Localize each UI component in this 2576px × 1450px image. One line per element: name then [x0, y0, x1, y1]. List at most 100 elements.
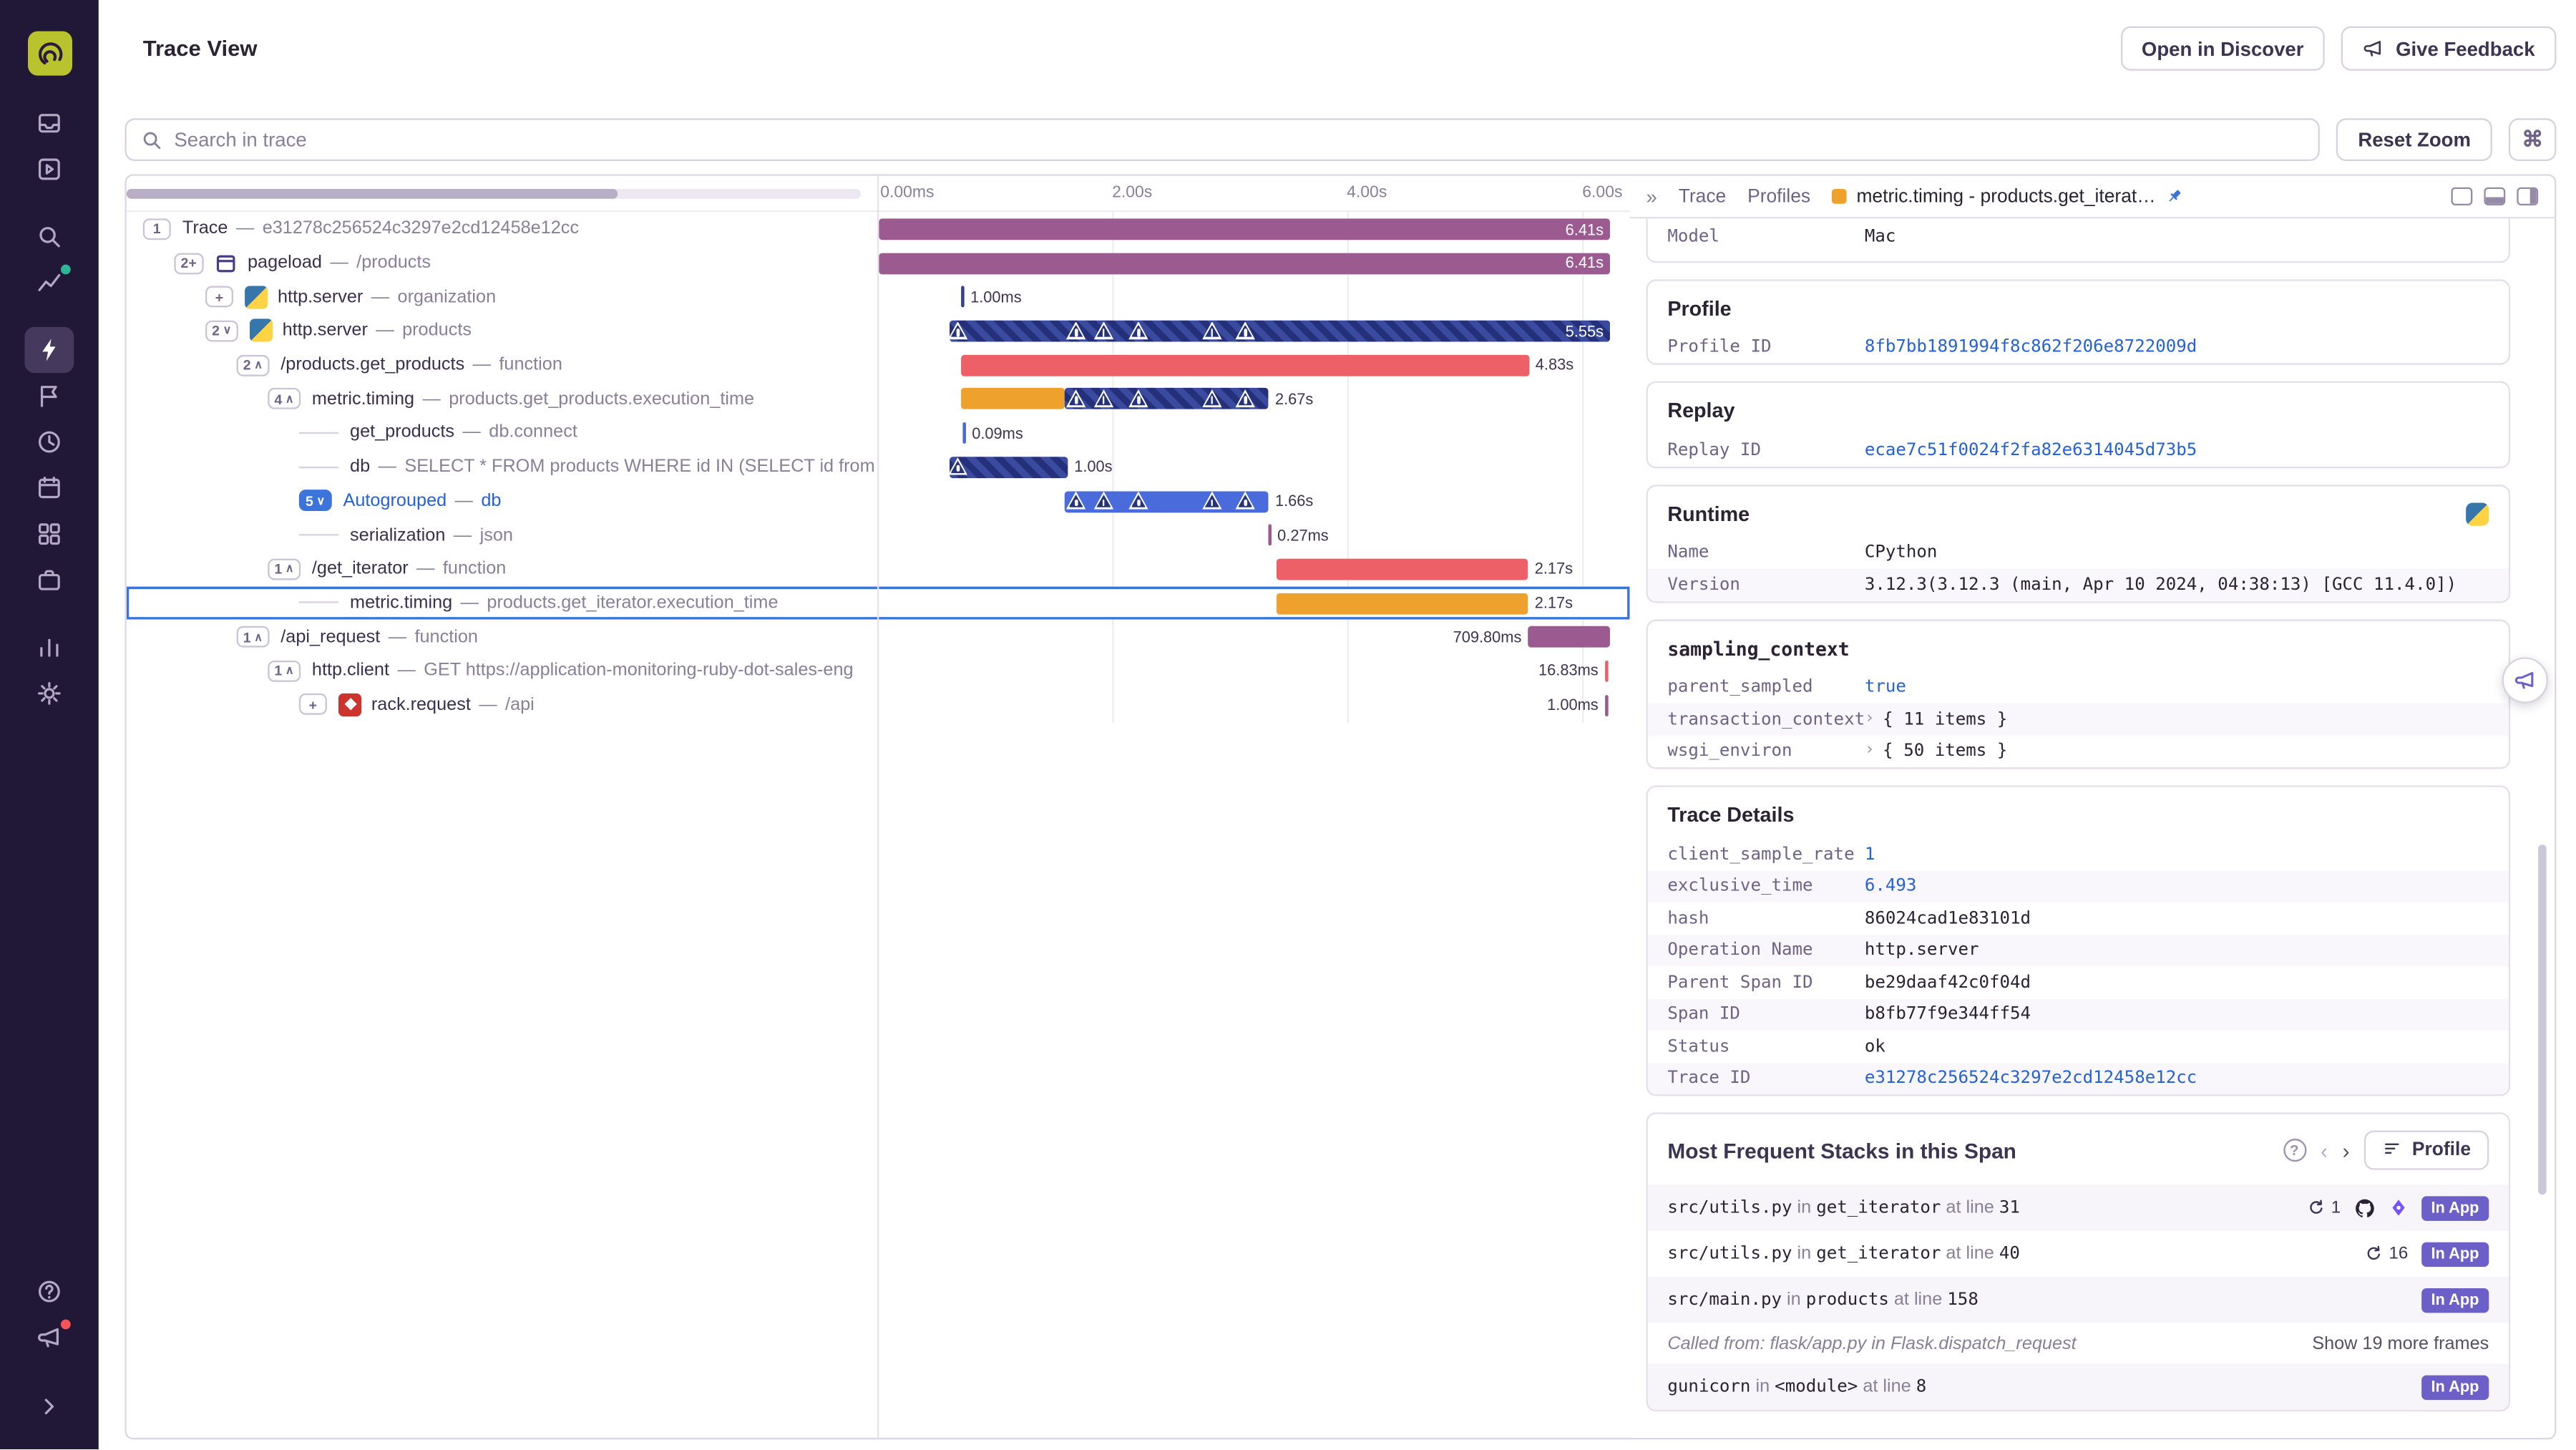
- span-bar[interactable]: [1604, 694, 1609, 716]
- layout-split-vertical-icon[interactable]: [2517, 187, 2539, 205]
- trace-row-bar-area[interactable]: 0.27ms: [877, 518, 1630, 552]
- seer-icon[interactable]: [2389, 1198, 2409, 1218]
- row-expand-badge[interactable]: +: [205, 286, 234, 308]
- span-duration: 1.00ms: [970, 288, 1022, 308]
- layout-single-icon[interactable]: [2451, 187, 2473, 205]
- sidebar-item-issues[interactable]: [24, 100, 74, 146]
- sidebar-item-crons[interactable]: [24, 465, 74, 511]
- sidebar-item-collapse[interactable]: [24, 1384, 74, 1430]
- row-expand-badge[interactable]: +: [298, 694, 327, 716]
- sidebar-item-help[interactable]: [24, 1269, 74, 1315]
- span-bar[interactable]: [1277, 558, 1528, 580]
- trace-row-bar-area[interactable]: 2.67s: [877, 382, 1630, 416]
- row-expand-badge[interactable]: 1 ∧: [268, 660, 301, 682]
- span-bar[interactable]: [949, 320, 1611, 342]
- row-expand-badge[interactable]: 1 ∧: [268, 558, 301, 580]
- kv-value[interactable]: 8fb7bb1891994f8c862f206e8722009d: [1865, 335, 2489, 359]
- feedback-fab-button[interactable]: [2502, 657, 2548, 704]
- row-expand-badge[interactable]: 4 ∧: [268, 388, 301, 410]
- trace-row-bar-area[interactable]: 1.66s: [877, 484, 1630, 517]
- prev-stack-icon[interactable]: ‹: [2321, 1139, 2328, 1161]
- stack-frame-row[interactable]: src/main.py in products at line 158 In Ap…: [1647, 1276, 2509, 1323]
- trace-row-bar-area[interactable]: 1.00ms: [877, 688, 1630, 721]
- pin-icon[interactable]: [2165, 188, 2183, 205]
- tab-active-span[interactable]: metric.timing - products.get_iterat…: [1832, 186, 2184, 207]
- trace-row-bar-area[interactable]: 6.41s: [877, 246, 1630, 280]
- row-expand-badge[interactable]: 2 ∧: [236, 354, 270, 376]
- span-bar[interactable]: [879, 252, 1611, 274]
- stack-frame-row[interactable]: src/utils.py in get_iterator at line 40 1…: [1648, 1231, 2509, 1277]
- chevron-right-icon[interactable]: ›: [1865, 739, 1875, 763]
- sidebar-item-performance[interactable]: [24, 326, 74, 374]
- sidebar-item-explore-search[interactable]: [24, 213, 74, 259]
- profile-button[interactable]: Profile: [2364, 1130, 2489, 1170]
- span-bar[interactable]: [1528, 626, 1611, 648]
- trace-row-bar-area[interactable]: 4.83s: [877, 348, 1630, 381]
- stack-frame-row[interactable]: gunicorn in <module> at line 8 In App: [1647, 1363, 2509, 1410]
- row-expand-badge[interactable]: 5 ∨: [298, 490, 332, 512]
- span-duration: 6.41s: [1565, 255, 1604, 273]
- span-bar[interactable]: [960, 286, 964, 308]
- give-feedback-button[interactable]: Give Feedback: [2341, 26, 2557, 71]
- tree-chart-divider[interactable]: [877, 175, 879, 1438]
- sidebar-item-releases[interactable]: [24, 373, 74, 419]
- span-bar[interactable]: [960, 388, 1065, 410]
- kv-value[interactable]: e31278c256524c3297e2cd12458e12cc: [1865, 1066, 2489, 1090]
- sidebar-item-stats[interactable]: [24, 260, 74, 306]
- kv-value[interactable]: ecae7c51f0024f2fa82e6314045d73b5: [1865, 438, 2489, 462]
- span-bar[interactable]: [1268, 524, 1272, 546]
- row-expand-badge[interactable]: 2 ∨: [205, 320, 238, 342]
- span-bar[interactable]: [1604, 660, 1609, 682]
- trace-row-bar-area[interactable]: 1.00ms: [877, 280, 1630, 313]
- tab-active-label: metric.timing - products.get_iterat…: [1856, 186, 2156, 207]
- tab-trace[interactable]: Trace: [1679, 187, 1727, 207]
- sidebar-item-history[interactable]: [24, 419, 74, 464]
- row-expand-badge[interactable]: 2+: [174, 252, 204, 274]
- row-expand-badge[interactable]: 1: [142, 218, 171, 240]
- span-bar[interactable]: [960, 354, 1529, 376]
- kv-value: 86024cad1e83101d: [1864, 908, 2031, 928]
- timeline-tick: 6.00s: [1582, 184, 1623, 203]
- sidebar-item-insights[interactable]: [24, 624, 74, 670]
- trace-row-bar-area[interactable]: 0.09ms: [877, 416, 1630, 449]
- trace-row-tree: db — SELECT * FROM products WHERE id IN (S…: [127, 450, 877, 484]
- row-expand-badge[interactable]: 1 ∧: [236, 626, 270, 648]
- shortcut-button[interactable]: ⌘: [2508, 118, 2557, 161]
- span-bar[interactable]: [962, 422, 966, 444]
- search-input[interactable]: Search in trace: [125, 118, 2321, 161]
- sidebar-item-whats-new[interactable]: [24, 1315, 74, 1361]
- span-duration: 709.80ms: [1453, 628, 1522, 648]
- layout-split-horizontal-icon[interactable]: [2484, 187, 2506, 205]
- stack-frame-row[interactable]: src/utils.py in get_iterator at line 31 1…: [1647, 1184, 2509, 1231]
- sidebar-item-settings[interactable]: [24, 671, 74, 716]
- tabs-expand-icon[interactable]: »: [1646, 185, 1657, 208]
- sidebar-item-projects[interactable]: [24, 146, 74, 192]
- sidebar-item-dashboards[interactable]: [24, 511, 74, 557]
- chevron-right-icon[interactable]: ›: [1865, 707, 1875, 731]
- trace-row-bar-area[interactable]: 16.83ms: [877, 654, 1630, 688]
- trace-row-bar-area[interactable]: 709.80ms: [877, 620, 1630, 653]
- github-icon[interactable]: [2354, 1197, 2376, 1219]
- sidebar-item-organization[interactable]: [24, 557, 74, 603]
- span-duration: 0.09ms: [972, 424, 1023, 444]
- details-scrollbar[interactable]: [2538, 845, 2547, 1195]
- trace-row-bar-area[interactable]: 1.00s: [877, 450, 1630, 484]
- tab-profiles[interactable]: Profiles: [1747, 187, 1810, 207]
- trace-row-bar-area[interactable]: 2.17s: [877, 552, 1630, 585]
- open-in-discover-button[interactable]: Open in Discover: [2120, 26, 2326, 71]
- next-stack-icon[interactable]: ›: [2343, 1139, 2350, 1161]
- reset-zoom-button[interactable]: Reset Zoom: [2336, 118, 2492, 161]
- tree-horizontal-scrollbar[interactable]: [126, 189, 862, 199]
- trace-row-bar-area[interactable]: 6.41s: [877, 212, 1630, 245]
- span-op: rack.request: [371, 695, 471, 715]
- kv-key: Span ID: [1667, 1003, 1740, 1024]
- span-bar[interactable]: [1277, 592, 1528, 614]
- span-bar[interactable]: [879, 218, 1611, 240]
- help-circle-icon[interactable]: ?: [2283, 1139, 2306, 1162]
- sentry-logo[interactable]: [26, 31, 72, 76]
- show-more-frames[interactable]: Show 19 more frames: [2312, 1333, 2489, 1353]
- trace-row-bar-area[interactable]: 2.17s: [877, 586, 1630, 620]
- scrollbar-thumb[interactable]: [126, 189, 619, 199]
- trace-row-bar-area[interactable]: 5.55s: [877, 314, 1630, 348]
- kv-key: client_sample_rate: [1667, 843, 1855, 864]
